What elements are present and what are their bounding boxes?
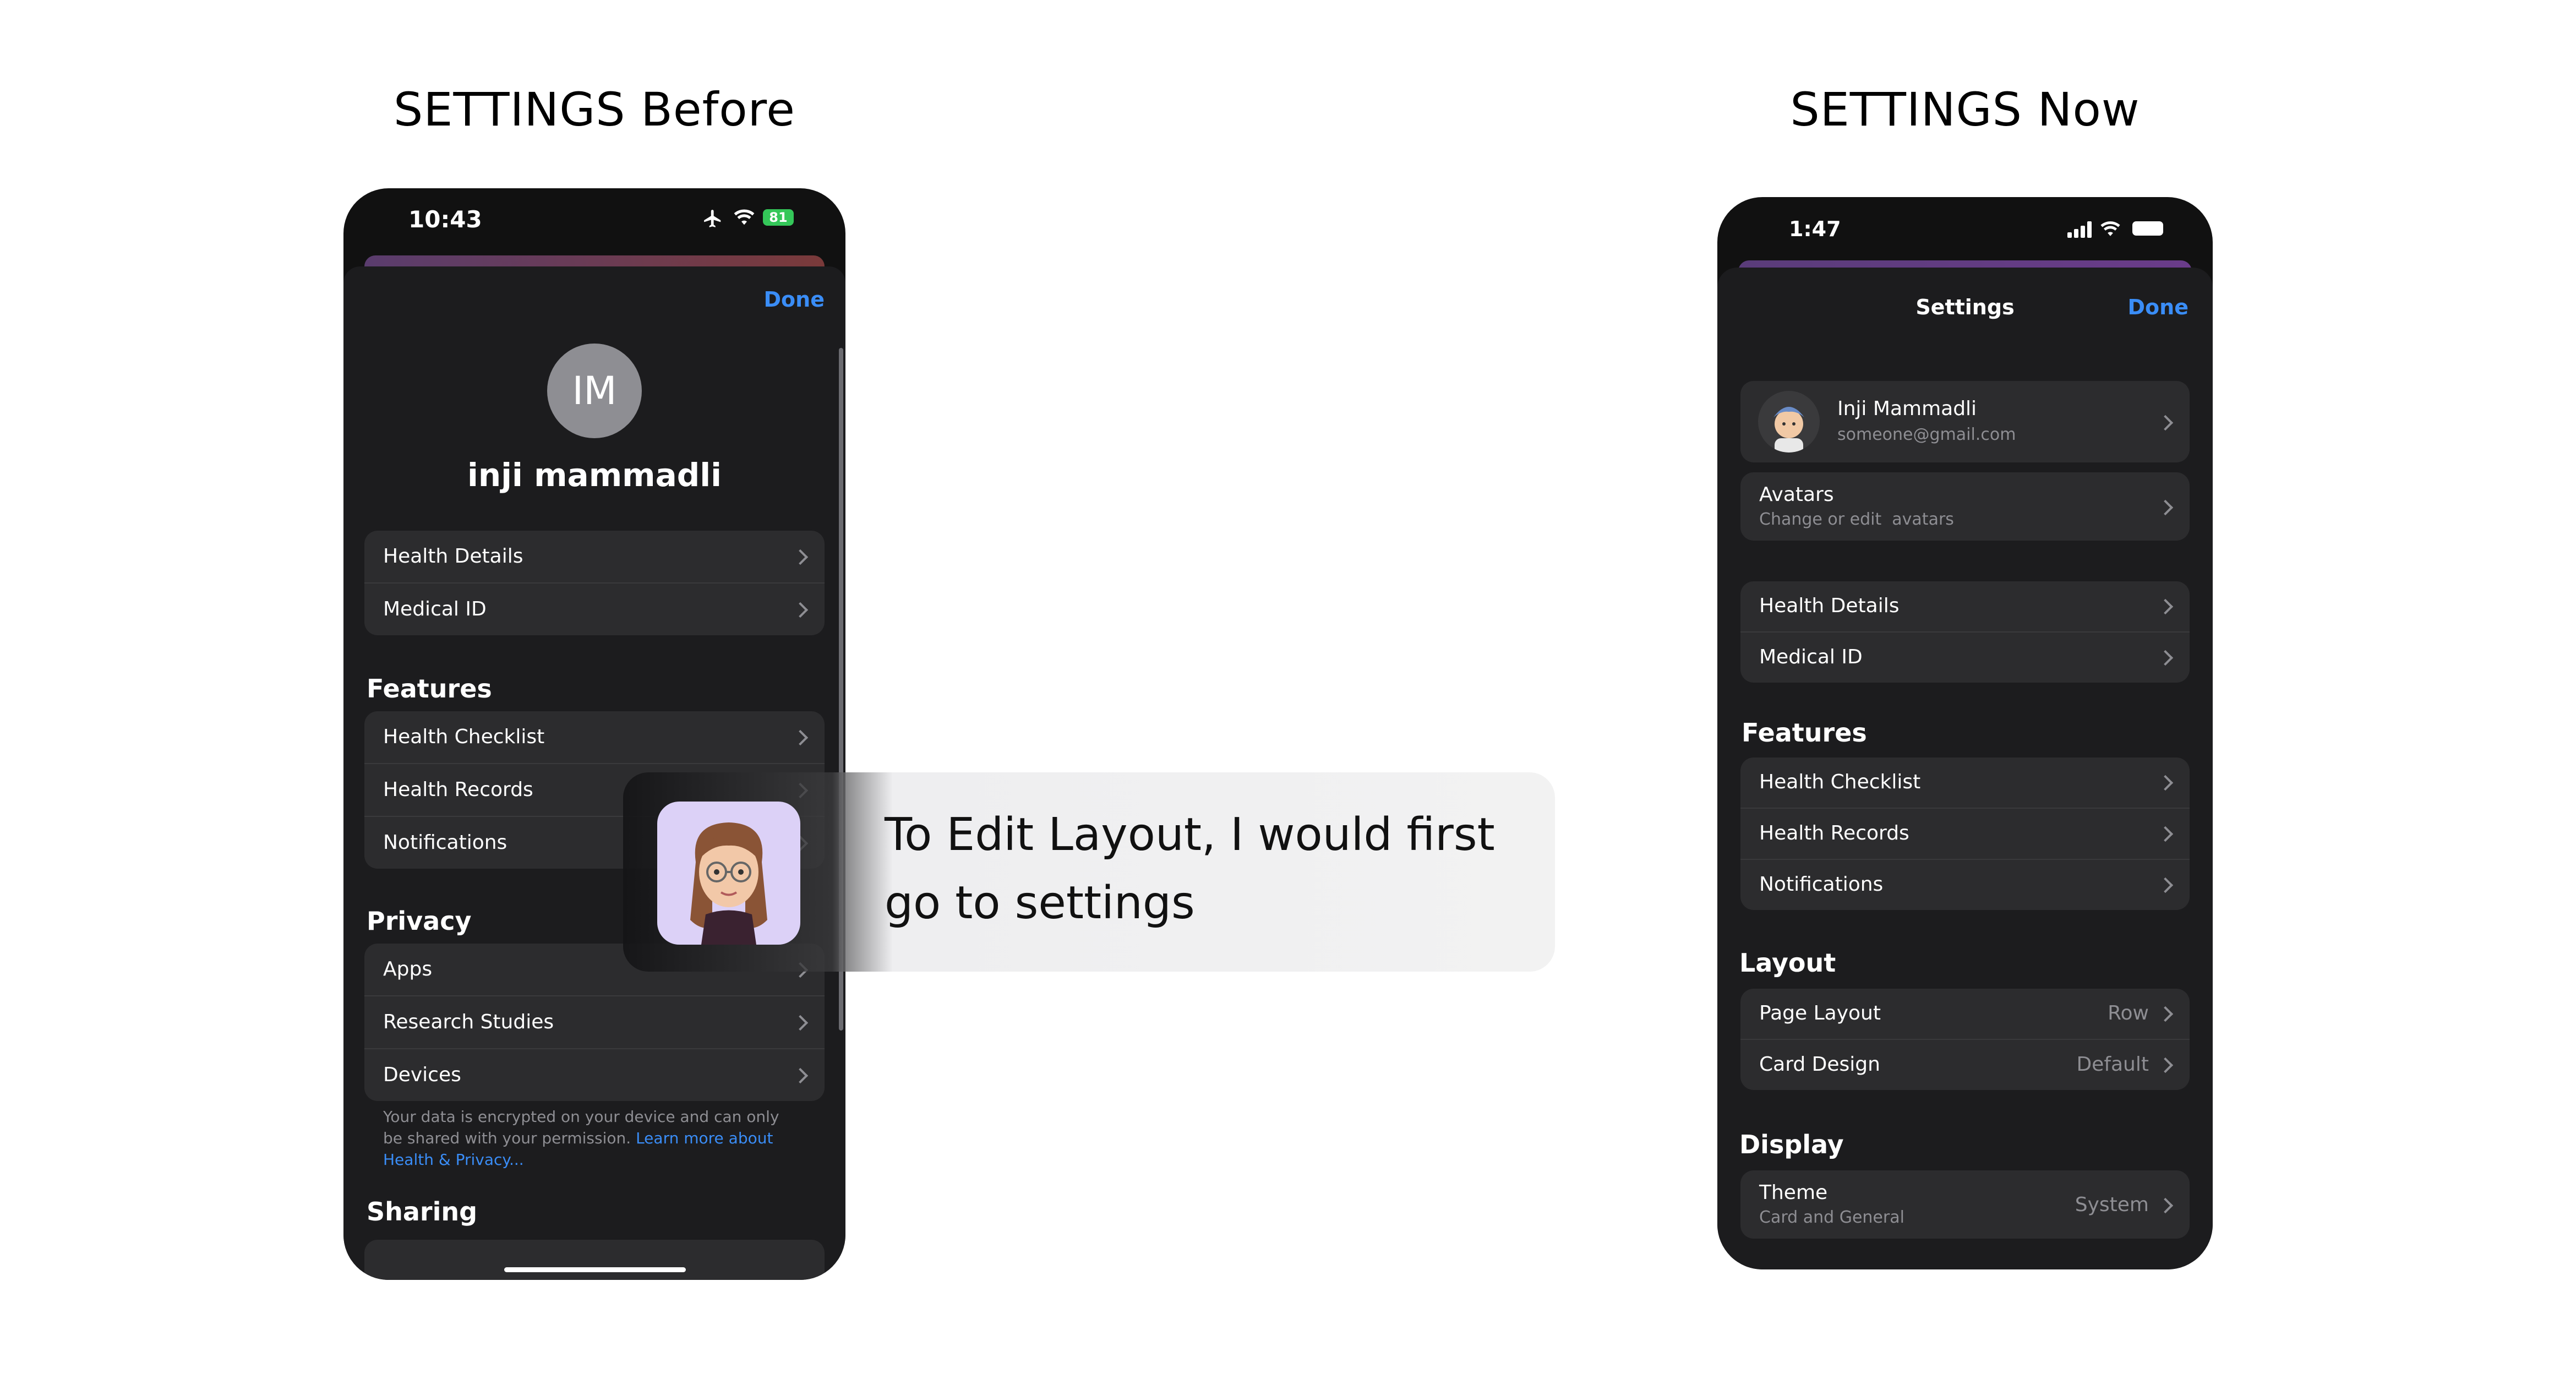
health-group: Health Details Medical ID xyxy=(1740,581,2190,683)
row-card-design[interactable]: Card Design Default xyxy=(1740,1040,2190,1090)
row-notifications[interactable]: Notifications xyxy=(1740,860,2190,910)
row-health-details[interactable]: Health Details xyxy=(1740,581,2190,633)
row-label: Health Details xyxy=(383,545,523,568)
bubble-text: To Edit Layout, I would first go to sett… xyxy=(885,809,1495,929)
memoji-avatar-icon xyxy=(1773,407,1804,453)
row-label: Page Layout xyxy=(1759,1002,1881,1024)
profile-name: inji mammadli xyxy=(467,456,722,494)
section-display: Display xyxy=(1739,1130,1844,1159)
row-devices[interactable]: Devices xyxy=(364,1049,825,1101)
profile-email: someone@gmail.com xyxy=(1837,425,2016,444)
section-features: Features xyxy=(1742,718,1867,748)
done-button[interactable]: Done xyxy=(2128,295,2188,319)
health-group: Health Details Medical ID xyxy=(364,531,825,635)
chevron-right-icon xyxy=(2157,1057,2174,1073)
row-label: Medical ID xyxy=(383,598,487,620)
settings-sheet: Settings Done Inji Mammadli someone@gmai… xyxy=(1717,268,2213,1269)
row-label: Health Checklist xyxy=(1759,771,1921,793)
wifi-icon xyxy=(734,209,755,225)
home-indicator xyxy=(504,1267,686,1272)
chevron-right-icon xyxy=(2157,1197,2174,1214)
row-research-studies[interactable]: Research Studies xyxy=(364,996,825,1049)
chevron-right-icon xyxy=(2157,415,2174,431)
cellular-icon xyxy=(2067,221,2092,238)
row-label: Research Studies xyxy=(383,1011,554,1033)
row-label: Card Design xyxy=(1759,1053,1880,1076)
section-privacy: Privacy xyxy=(367,906,472,936)
layout-group: Page Layout Row Card Design Default xyxy=(1740,989,2190,1090)
phone-before: 10:43 81 Done IM inji mammadli Health De… xyxy=(343,188,845,1280)
row-label: Notifications xyxy=(1759,873,1884,896)
chevron-right-icon xyxy=(2157,499,2174,516)
display-group: Theme Card and General System xyxy=(1740,1170,2190,1239)
chevron-right-icon xyxy=(2157,1006,2174,1022)
row-sub: Card and General xyxy=(1759,1208,1904,1227)
chevron-right-icon xyxy=(792,1015,809,1031)
chevron-right-icon xyxy=(2157,826,2174,842)
status-time: 10:43 xyxy=(408,206,482,233)
section-features: Features xyxy=(367,674,492,704)
chevron-right-icon xyxy=(2157,650,2174,666)
row-label: Medical ID xyxy=(1759,646,1863,668)
assistant-bubble: To Edit Layout, I would first go to sett… xyxy=(623,772,1555,972)
row-health-checklist[interactable]: Health Checklist xyxy=(364,711,825,764)
airplane-icon xyxy=(704,210,721,227)
chevron-right-icon xyxy=(2157,598,2174,615)
row-theme[interactable]: Theme Card and General System xyxy=(1740,1170,2190,1239)
done-button[interactable]: Done xyxy=(764,287,825,312)
sharing-group xyxy=(364,1240,825,1280)
status-time: 1:47 xyxy=(1789,217,1841,241)
row-value: System xyxy=(2075,1193,2149,1216)
chevron-right-icon xyxy=(2157,775,2174,791)
row-label: Notifications xyxy=(383,831,507,854)
row-label: Theme xyxy=(1759,1181,1828,1204)
avatars-card[interactable]: Avatars Change or edit avatars xyxy=(1740,472,2190,541)
chevron-right-icon xyxy=(792,549,809,565)
chevron-right-icon xyxy=(792,729,809,746)
wifi-icon xyxy=(2100,221,2120,236)
memoji-avatar-icon xyxy=(690,822,767,945)
battery-icon xyxy=(2132,221,2163,236)
heading-now: SETTINGS Now xyxy=(1790,83,2140,137)
avatars-sub: Change or edit avatars xyxy=(1759,510,1954,529)
row-value: Row xyxy=(2108,1002,2149,1024)
assistant-avatar xyxy=(657,802,800,945)
profile-name: Inji Mammadli xyxy=(1837,397,1977,420)
chevron-right-icon xyxy=(792,1067,809,1084)
row-page-layout[interactable]: Page Layout Row xyxy=(1740,989,2190,1040)
row-label: Health Records xyxy=(383,778,533,801)
row-health-details[interactable]: Health Details xyxy=(364,531,825,584)
section-layout: Layout xyxy=(1739,948,1836,978)
row-health-records[interactable]: Health Records xyxy=(1740,809,2190,860)
heading-before: SETTINGS Before xyxy=(394,83,795,137)
row-value: Default xyxy=(2076,1053,2149,1076)
battery-icon: 81 xyxy=(763,209,794,226)
chevron-right-icon xyxy=(2157,877,2174,893)
row-medical-id[interactable]: Medical ID xyxy=(1740,633,2190,683)
avatars-label: Avatars xyxy=(1759,483,1834,506)
chevron-right-icon xyxy=(792,602,809,618)
profile-card[interactable]: Inji Mammadli someone@gmail.com xyxy=(1740,381,2190,462)
phone-now: 1:47 Settings Done Inji Mammadli someone… xyxy=(1717,197,2213,1269)
battery-level: 81 xyxy=(769,210,788,225)
row-label: Apps xyxy=(383,958,433,980)
avatar[interactable]: IM xyxy=(547,344,642,438)
row-health-checklist[interactable]: Health Checklist xyxy=(1740,757,2190,809)
row-medical-id[interactable]: Medical ID xyxy=(364,584,825,635)
row-label: Devices xyxy=(383,1064,461,1086)
row-label: Health Checklist xyxy=(383,726,545,748)
row-label: Health Records xyxy=(1759,822,1909,844)
privacy-note: Your data is encrypted on your device an… xyxy=(383,1106,790,1170)
avatar-initials: IM xyxy=(572,368,617,413)
row-label: Health Details xyxy=(1759,595,1900,617)
section-sharing: Sharing xyxy=(367,1197,478,1227)
features-group: Health Checklist Health Records Notifica… xyxy=(1740,757,2190,910)
avatar xyxy=(1758,391,1820,453)
